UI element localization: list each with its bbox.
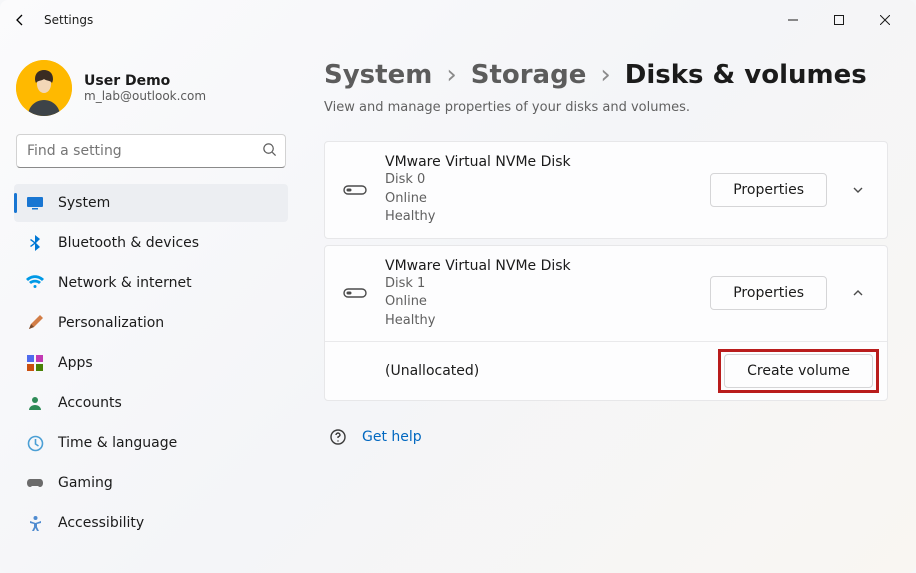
profile[interactable]: User Demo m_lab@outlook.com <box>14 54 288 134</box>
maximize-button[interactable] <box>816 4 862 36</box>
disk-list: VMware Virtual NVMe Disk Disk 0 Online H… <box>324 141 888 401</box>
breadcrumb-item[interactable]: System <box>324 60 432 90</box>
disk-row[interactable]: VMware Virtual NVMe Disk Disk 0 Online H… <box>325 142 887 238</box>
arrow-left-icon <box>12 12 28 28</box>
sidebar-item-bluetooth[interactable]: Bluetooth & devices <box>14 224 288 262</box>
avatar <box>16 60 72 116</box>
back-button[interactable] <box>4 4 36 36</box>
search-icon <box>262 142 277 161</box>
breadcrumb-item[interactable]: Storage <box>471 60 587 90</box>
chevron-right-icon: › <box>446 60 456 90</box>
close-icon <box>880 15 890 25</box>
brush-icon <box>26 314 44 332</box>
close-button[interactable] <box>862 4 908 36</box>
create-volume-button[interactable]: Create volume <box>724 354 873 388</box>
chevron-up-icon[interactable] <box>843 286 873 300</box>
disk-icon <box>341 286 369 300</box>
sidebar-item-label: System <box>58 195 110 211</box>
search-input[interactable] <box>27 143 262 159</box>
profile-email: m_lab@outlook.com <box>84 89 206 103</box>
properties-button[interactable]: Properties <box>710 276 827 310</box>
apps-icon <box>26 354 44 372</box>
nav: System Bluetooth & devices Network & int… <box>14 184 288 542</box>
main-content: System › Storage › Disks & volumes View … <box>300 40 916 573</box>
volume-row: (Unallocated) Create volume <box>325 341 887 400</box>
maximize-icon <box>834 15 844 25</box>
volume-label: (Unallocated) <box>385 363 708 379</box>
chevron-right-icon: › <box>600 60 610 90</box>
disk-id: Disk 0 <box>385 171 694 189</box>
sidebar-item-apps[interactable]: Apps <box>14 344 288 382</box>
breadcrumb: System › Storage › Disks & volumes <box>324 60 888 90</box>
person-icon <box>26 394 44 412</box>
help-icon <box>328 427 348 447</box>
sidebar: User Demo m_lab@outlook.com System Bluet… <box>0 40 300 573</box>
sidebar-item-label: Time & language <box>58 435 177 451</box>
disk-id: Disk 1 <box>385 275 694 293</box>
system-icon <box>26 194 44 212</box>
sidebar-item-network[interactable]: Network & internet <box>14 264 288 302</box>
highlight-annotation: Create volume <box>724 354 873 388</box>
disk-status: Online <box>385 293 694 311</box>
properties-button[interactable]: Properties <box>710 173 827 207</box>
help-section: Get help <box>324 427 888 447</box>
sidebar-item-label: Gaming <box>58 475 113 491</box>
disk-icon <box>341 183 369 197</box>
disk-name: VMware Virtual NVMe Disk <box>385 154 694 170</box>
globe-clock-icon <box>26 434 44 452</box>
get-help-link[interactable]: Get help <box>362 429 422 445</box>
page-subtitle: View and manage properties of your disks… <box>324 100 888 115</box>
sidebar-item-gaming[interactable]: Gaming <box>14 464 288 502</box>
gaming-icon <box>26 474 44 492</box>
sidebar-item-system[interactable]: System <box>14 184 288 222</box>
disk-health: Healthy <box>385 312 694 330</box>
sidebar-item-label: Accounts <box>58 395 122 411</box>
search-box[interactable] <box>16 134 286 168</box>
sidebar-item-time-language[interactable]: Time & language <box>14 424 288 462</box>
sidebar-item-label: Apps <box>58 355 93 371</box>
titlebar: Settings <box>0 0 916 40</box>
sidebar-item-label: Personalization <box>58 315 164 331</box>
disk-row[interactable]: VMware Virtual NVMe Disk Disk 1 Online H… <box>325 246 887 342</box>
disk-health: Healthy <box>385 208 694 226</box>
bluetooth-icon <box>26 234 44 252</box>
sidebar-item-label: Bluetooth & devices <box>58 235 199 251</box>
settings-window: Settings <box>0 0 916 573</box>
minimize-button[interactable] <box>770 4 816 36</box>
disk-card: VMware Virtual NVMe Disk Disk 1 Online H… <box>324 245 888 402</box>
disk-name: VMware Virtual NVMe Disk <box>385 258 694 274</box>
breadcrumb-current: Disks & volumes <box>625 60 867 90</box>
minimize-icon <box>788 15 798 25</box>
profile-name: User Demo <box>84 73 206 89</box>
sidebar-item-personalization[interactable]: Personalization <box>14 304 288 342</box>
chevron-down-icon[interactable] <box>843 183 873 197</box>
accessibility-icon <box>26 514 44 532</box>
wifi-icon <box>26 274 44 292</box>
sidebar-item-label: Accessibility <box>58 515 144 531</box>
sidebar-item-accessibility[interactable]: Accessibility <box>14 504 288 542</box>
disk-card: VMware Virtual NVMe Disk Disk 0 Online H… <box>324 141 888 239</box>
sidebar-item-accounts[interactable]: Accounts <box>14 384 288 422</box>
disk-status: Online <box>385 190 694 208</box>
sidebar-item-label: Network & internet <box>58 275 192 291</box>
window-title: Settings <box>44 13 93 27</box>
